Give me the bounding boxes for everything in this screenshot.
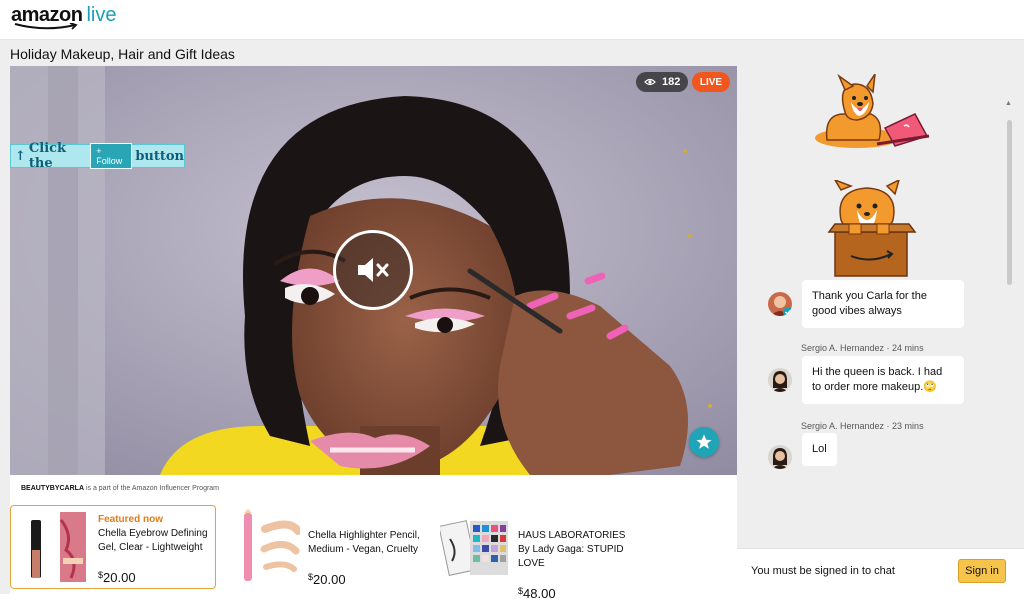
chat-panel[interactable]: Thank you Carla for the good vibes alway… — [737, 66, 1018, 548]
influencer-note: BEAUTYBYCARLA is a part of the Amazon In… — [10, 475, 737, 503]
influencer-note-text: is a part of the Amazon Influencer Progr… — [84, 485, 220, 492]
signin-prompt: You must be signed in to chat — [751, 565, 895, 577]
viewer-count: 182 — [662, 76, 681, 88]
star-icon — [696, 434, 712, 449]
product-name[interactable]: HAUS LABORATORIES By Lady Gaga: STUPID L… — [518, 529, 636, 571]
amazon-live-logo[interactable]: amazon live — [11, 4, 116, 34]
chat-author-meta: Sergio A. Hernandez · 23 mins — [801, 421, 924, 431]
chat-scrollbar[interactable] — [1004, 113, 1014, 285]
product-card[interactable]: HAUS LABORATORIES By Lady Gaga: STUPID L… — [430, 505, 640, 601]
chat-message: Lol — [768, 433, 837, 469]
influencer-name[interactable]: BEAUTYBYCARLA — [21, 485, 84, 492]
avatar — [768, 445, 792, 469]
speaker-muted-icon — [358, 258, 389, 282]
product-price: $20.00 — [308, 572, 346, 587]
product-name[interactable]: Chella Eyebrow Defining Gel, Clear - Lig… — [98, 527, 218, 555]
verified-badge-icon — [783, 307, 792, 316]
smile-arrow-icon — [14, 23, 78, 30]
avatar — [768, 368, 792, 392]
chat-message: Hi the queen is back. I had to order mor… — [768, 356, 964, 404]
logo-suffix: live — [86, 4, 117, 26]
arrow-up-icon: ↑ — [15, 148, 26, 164]
product-thumbnail — [244, 509, 300, 581]
sign-in-button[interactable]: Sign in — [958, 559, 1006, 583]
product-carousel: Featured now Chella Eyebrow Defining Gel… — [10, 500, 737, 601]
chat-bubble: Lol — [802, 433, 837, 466]
stream-title-bar: Holiday Makeup, Hair and Gift Ideas — [0, 40, 1024, 66]
video-player[interactable]: 182 LIVE ↑ Click the + Follow button — [10, 66, 737, 475]
follow-hint-prefix: Click the — [28, 141, 67, 171]
eye-icon — [644, 78, 656, 86]
scrollbar-thumb[interactable] — [1007, 120, 1012, 285]
chat-author-meta: Sergio A. Hernandez · 24 mins — [801, 343, 924, 353]
chat-message: Thank you Carla for the good vibes alway… — [768, 280, 964, 328]
corgi-box-sticker — [827, 180, 917, 277]
unmute-button[interactable] — [333, 230, 413, 310]
avatar — [768, 292, 792, 316]
corgi-laptop-sticker — [815, 74, 930, 148]
top-bar: amazon live — [0, 0, 1024, 40]
product-thumbnail — [31, 512, 86, 582]
stream-title: Holiday Makeup, Hair and Gift Ideas — [10, 46, 235, 62]
chat-bubble: Thank you Carla for the good vibes alway… — [802, 280, 964, 328]
scroll-up-arrow-icon[interactable]: ▲ — [1005, 100, 1013, 108]
featured-now-label: Featured now — [98, 514, 164, 525]
favorite-button[interactable] — [689, 427, 719, 457]
follow-hint-banner: ↑ Click the + Follow button — [10, 141, 185, 171]
viewer-count-badge: 182 — [636, 72, 689, 92]
product-name[interactable]: Chella Highlighter Pencil, Medium - Vega… — [308, 529, 428, 557]
chat-bubble: Hi the queen is back. I had to order mor… — [802, 356, 964, 404]
live-badge: LIVE — [692, 72, 730, 92]
product-card[interactable]: Chella Highlighter Pencil, Medium - Vega… — [220, 505, 426, 589]
product-card[interactable]: Featured now Chella Eyebrow Defining Gel… — [10, 505, 216, 589]
follow-chip: + Follow — [90, 143, 133, 169]
follow-hint-suffix: button — [135, 148, 184, 164]
product-thumbnail — [440, 520, 508, 576]
chat-signin-bar: You must be signed in to chat Sign in — [737, 548, 1024, 594]
product-price: $20.00 — [98, 570, 136, 585]
